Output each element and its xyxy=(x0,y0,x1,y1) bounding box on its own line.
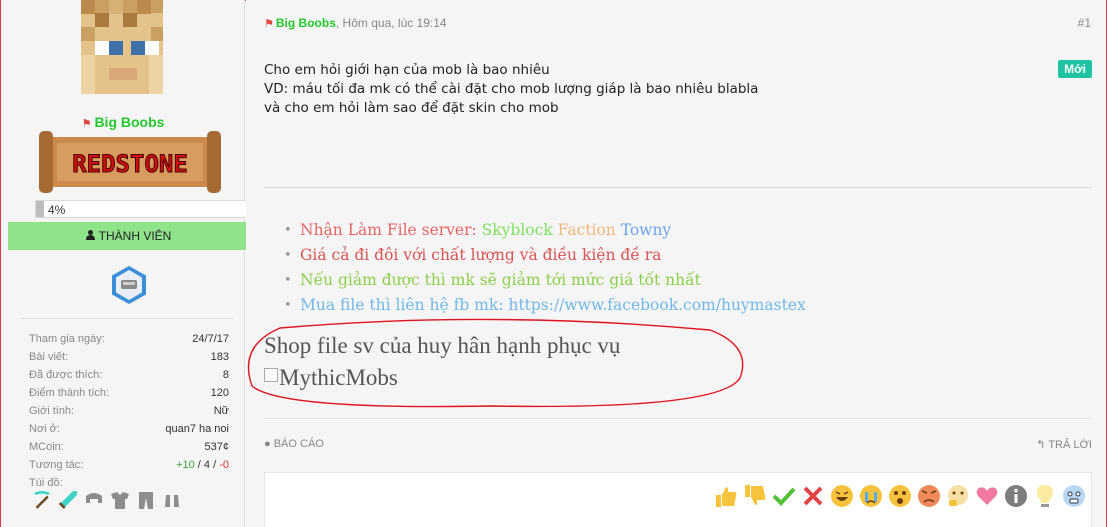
post-date[interactable]: , Hôm qua, lúc 19:14 xyxy=(336,16,447,30)
red-annotation-circle xyxy=(247,318,744,408)
heart-icon[interactable] xyxy=(974,483,1000,509)
new-badge: Mới xyxy=(1058,60,1092,78)
cry-icon[interactable] xyxy=(858,483,884,509)
diamond-pickaxe-icon[interactable] xyxy=(31,489,53,511)
signature-item: Giá cả đi đôi với chất lượng và điều kiệ… xyxy=(284,243,806,268)
chainmail-leggings-icon[interactable] xyxy=(135,489,157,511)
flag-icon: ⚑ xyxy=(264,18,274,30)
stat-interaction: Tương tác: +10 / 4 / -0 xyxy=(29,459,229,471)
level-progress: 4% xyxy=(35,200,249,218)
diamond-sword-icon[interactable] xyxy=(57,489,79,511)
stat-joined: Tham gia ngày: 24/7/17 xyxy=(29,333,229,345)
angry-icon[interactable] xyxy=(916,483,942,509)
user-stats: Tham gia ngày: 24/7/17 Bài viết: 183 Đã đư… xyxy=(29,333,229,477)
idea-icon[interactable] xyxy=(1032,483,1058,509)
thumbs-down-icon[interactable] xyxy=(742,483,768,509)
facebook-link[interactable]: https://www.facebook.com/huymastex xyxy=(508,296,805,314)
post-meta: ⚑ Big Boobs, Hôm qua, lúc 19:14 xyxy=(264,16,447,30)
post-author-link[interactable]: Big Boobs xyxy=(276,16,336,30)
divider xyxy=(21,318,233,319)
chainmail-chestplate-icon[interactable] xyxy=(109,489,131,511)
check-icon[interactable] xyxy=(771,483,797,509)
post-number-link[interactable]: #1 xyxy=(1078,16,1091,30)
signature-item: Nếu giảm được thì mk sẽ giảm tới mức giá… xyxy=(284,268,806,293)
stat-likes: Đã được thích: 8 xyxy=(29,369,229,381)
reply-arrow-icon: ↰ xyxy=(1036,439,1046,451)
report-button[interactable]: ● BÁO CÁO xyxy=(264,438,324,450)
chainmail-helmet-icon[interactable] xyxy=(83,489,105,511)
signature-list: Nhận Làm File server: Skyblock Faction T… xyxy=(284,218,806,318)
stat-posts: Bài viết: 183 xyxy=(29,351,229,363)
laugh-icon[interactable] xyxy=(829,483,855,509)
signature-divider xyxy=(264,187,1092,188)
reply-button[interactable]: ↰ TRẢ LỜI xyxy=(1036,438,1092,451)
rank-banner: REDSTONE xyxy=(39,131,221,193)
flag-icon: ⚑ xyxy=(81,118,92,130)
thumbs-up-icon[interactable] xyxy=(713,483,739,509)
actions-divider xyxy=(264,418,1092,419)
post-content: ⚑ Big Boobs, Hôm qua, lúc 19:14 #1 Mới Ch… xyxy=(246,0,1106,527)
user-icon xyxy=(85,222,95,250)
chainmail-boots-icon[interactable] xyxy=(161,489,183,511)
surprised-icon[interactable] xyxy=(887,483,913,509)
user-sidebar: ⚑ Big Boobs REDSTONE 4% THÀNH VIÊN Tham g… xyxy=(1,0,249,527)
scared-icon[interactable] xyxy=(1061,483,1087,509)
signature-item: Nhận Làm File server: Skyblock Faction T… xyxy=(284,218,806,243)
stat-location: Nơi ở: quan7 ha noi xyxy=(29,423,229,435)
info-icon[interactable] xyxy=(1003,483,1029,509)
inventory-items xyxy=(31,489,183,511)
reaction-list xyxy=(713,483,1087,509)
stat-mcoin: MCoin: 537¢ xyxy=(29,441,229,453)
avatar[interactable] xyxy=(81,0,163,94)
message-body: Cho em hỏi giới hạn của mob là bao nhiêu… xyxy=(264,62,759,116)
warning-icon: ● xyxy=(264,438,271,450)
stat-trophy-points: Điểm thành tích: 120 xyxy=(29,387,229,399)
banner-text: REDSTONE xyxy=(72,150,188,178)
reaction-bar xyxy=(264,472,1092,527)
inventory-label: Túi đồ: xyxy=(29,477,63,489)
signature-item: Mua file thì liên hệ fb mk: https://www.… xyxy=(284,293,806,318)
cross-icon[interactable] xyxy=(800,483,826,509)
rank-label: THÀNH VIÊN xyxy=(8,222,249,250)
sidebar-username[interactable]: ⚑ Big Boobs xyxy=(1,114,245,130)
stat-gender: Giới tính: Nữ xyxy=(29,405,229,417)
thinking-icon[interactable] xyxy=(945,483,971,509)
trophy-icon[interactable] xyxy=(110,265,148,305)
